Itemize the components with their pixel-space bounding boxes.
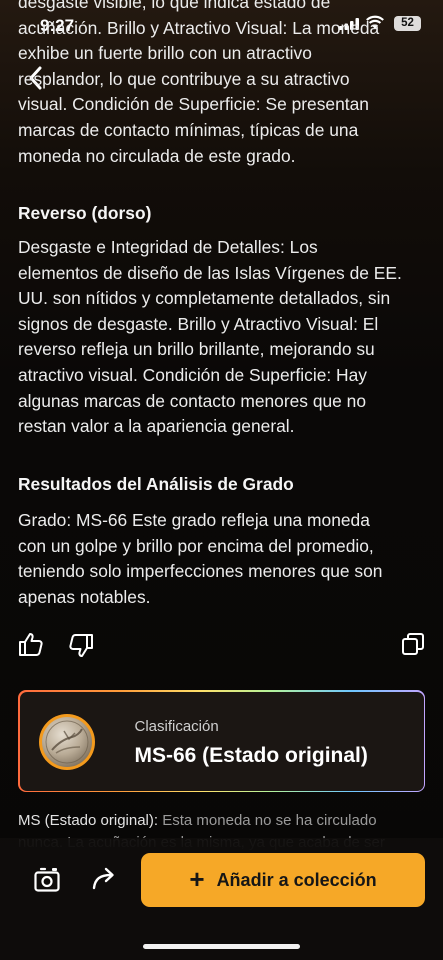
grade-value: MS-66 (Estado original) bbox=[134, 743, 368, 767]
coin-image bbox=[41, 716, 92, 767]
add-to-collection-button[interactable]: + Añadir a colección bbox=[141, 853, 425, 907]
grade-term: MS (Estado original): bbox=[18, 812, 159, 829]
add-to-collection-label: Añadir a colección bbox=[216, 869, 377, 890]
grade-card-body: Clasificación MS-66 (Estado original) bbox=[19, 691, 424, 791]
grade-card: Clasificación MS-66 (Estado original) bbox=[18, 690, 425, 792]
plus-icon: + bbox=[189, 863, 205, 894]
copy-icon bbox=[402, 633, 424, 655]
home-indicator bbox=[143, 944, 300, 949]
grade-term-description: Esta moneda no se ha circulado bbox=[162, 812, 377, 829]
results-heading: Resultados del Análisis de Grado bbox=[18, 474, 294, 494]
thumbs-up-icon bbox=[19, 633, 43, 656]
obverse-description: desgaste visible, lo que indica estado d… bbox=[18, 0, 380, 166]
results-description: Grado: MS-66 Este grado refleja una mone… bbox=[18, 510, 383, 607]
reverse-heading: Reverso (dorso) bbox=[18, 203, 152, 223]
camera-icon bbox=[34, 867, 60, 892]
share-arrow-icon bbox=[92, 867, 114, 890]
thumbs-down-button[interactable] bbox=[68, 633, 94, 659]
camera-button[interactable] bbox=[33, 865, 61, 893]
coin-engraving-icon bbox=[45, 720, 88, 763]
reverse-description: Desgaste e Integridad de Detalles: Los e… bbox=[18, 237, 402, 437]
share-button[interactable] bbox=[91, 866, 117, 892]
grade-label: Clasificación bbox=[134, 717, 219, 735]
thumbs-up-button[interactable] bbox=[18, 631, 44, 657]
copy-button[interactable] bbox=[401, 632, 425, 656]
coin-thumbnail bbox=[38, 713, 95, 770]
thumbs-down-icon bbox=[69, 634, 93, 657]
